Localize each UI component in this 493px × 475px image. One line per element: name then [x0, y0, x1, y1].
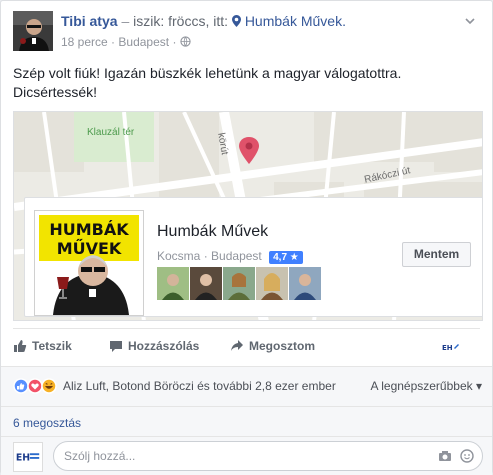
share-count[interactable]: 6 megosztás	[13, 416, 81, 430]
reactions-summary[interactable]: Aliz Luft, Botond Böröczi és további 2,8…	[63, 379, 336, 393]
eh-page-icon[interactable]: EH	[441, 341, 461, 353]
comment-button[interactable]: Hozzászólás	[109, 339, 199, 353]
activity-text: iszik: fröccs, itt:	[133, 13, 229, 29]
comment-composer: EH	[1, 436, 492, 475]
place-category: Kocsma	[157, 249, 201, 263]
visitor-avatars	[157, 267, 321, 301]
header-line: Tibi atya – iszik: fröccs, itt: Humbák M…	[61, 13, 346, 29]
place-meta-sep: ·	[203, 249, 208, 263]
author-name[interactable]: Tibi atya	[61, 13, 118, 29]
actions-divider	[13, 328, 480, 329]
like-icon	[14, 340, 27, 352]
place-logo[interactable]: HUMBÁK MŰVEK	[34, 210, 144, 316]
visitor-avatar-5[interactable]	[289, 267, 321, 300]
post-time[interactable]: 18 perce	[61, 35, 108, 49]
place-name[interactable]: Humbák Művek	[157, 223, 268, 241]
comment-box	[53, 441, 483, 471]
camera-icon[interactable]	[438, 449, 452, 463]
caret-down-icon: ▾	[475, 379, 482, 393]
commenter-avatar[interactable]: EH	[13, 442, 43, 472]
sticker-icon[interactable]	[460, 449, 474, 463]
share-button[interactable]: Megosztom	[230, 339, 315, 353]
pin-icon	[231, 13, 241, 29]
comment-icon	[110, 341, 122, 352]
post-meta: 18 perce · Budapest ·	[61, 35, 191, 49]
comment-input[interactable]	[54, 442, 394, 470]
comment-tools	[438, 449, 474, 463]
header-dash: –	[121, 13, 130, 29]
like-button[interactable]: Tetszik	[13, 339, 72, 353]
meta-sep-2: ·	[172, 35, 177, 49]
post-card: Tibi atya – iszik: fröccs, itt: Humbák M…	[0, 0, 493, 475]
logo-text-1: HUMBÁK	[49, 220, 129, 239]
chevron-down-icon[interactable]	[464, 15, 476, 27]
globe-icon[interactable]	[180, 35, 191, 49]
logo-text-2: MŰVEK	[57, 238, 122, 258]
comment-order-label: A legnépszerűbbek	[370, 379, 473, 393]
rating-badge: 4,7 ★	[269, 251, 303, 264]
like-label: Tetszik	[32, 339, 72, 353]
comment-label: Hozzászólás	[128, 339, 200, 353]
action-bar: Tetszik Hozzászólás Megosztom EH	[13, 335, 483, 359]
mentem-button[interactable]: Mentem	[402, 242, 471, 267]
author-avatar[interactable]	[13, 11, 53, 51]
commenter-avatar-text: EH	[16, 453, 30, 464]
visitor-avatar-4[interactable]	[256, 267, 288, 300]
post-text: Szép volt fiúk! Igazán büszkék lehetünk …	[13, 65, 402, 100]
reaction-icons[interactable]	[13, 378, 59, 394]
visitor-avatar-3[interactable]	[223, 267, 255, 300]
place-card[interactable]: HUMBÁK MŰVEK Humbák Művek Kocsma · Budap…	[24, 197, 482, 317]
post-location[interactable]: Budapest	[118, 35, 169, 49]
place-city: Budapest	[211, 249, 262, 263]
post-header: Tibi atya – iszik: fröccs, itt: Humbák M…	[13, 11, 482, 51]
place-logo-graphic: HUMBÁK MŰVEK	[35, 211, 143, 315]
share-label: Megosztom	[249, 339, 315, 353]
shares-bar: 6 megosztás	[1, 406, 492, 436]
place-link[interactable]: Humbák Művek.	[245, 13, 346, 29]
meta-sep: ·	[111, 35, 116, 49]
place-meta: Kocsma · Budapest 4,7 ★	[157, 249, 303, 264]
eh-page-text: EH	[442, 344, 453, 352]
map-label-park: Klauzál tér	[87, 127, 135, 138]
visitor-avatar-2[interactable]	[190, 267, 222, 300]
map-preview[interactable]: Klauzál tér körút Rákóczi út HUMBÁK MŰVE…	[13, 111, 483, 321]
comment-order-select[interactable]: A legnépszerűbbek ▾	[371, 379, 482, 393]
visitor-avatar-1[interactable]	[157, 267, 189, 300]
reactions-bar: Aliz Luft, Botond Böröczi és további 2,8…	[1, 366, 492, 406]
share-icon	[231, 340, 243, 351]
